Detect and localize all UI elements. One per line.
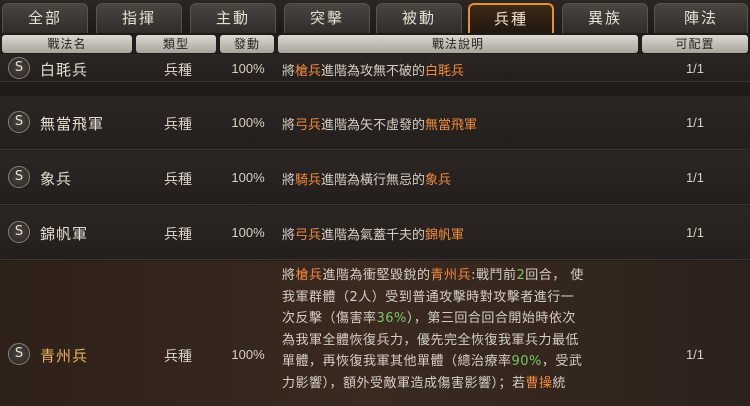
tactic-desc: 將槍兵進階為衝堅毀銳的青州兵:戰鬥前2回合， 使 我軍群體（2人）受到普通攻擊時… — [282, 268, 584, 391]
tactic-name: 無當飛軍 — [40, 115, 105, 133]
tab-foreign[interactable]: 異族 — [562, 3, 648, 33]
tactic-type: 兵種 — [164, 172, 192, 188]
table-row[interactable]: S 白毦兵 兵種 100% 將槍兵進階為攻無不破的白毦兵 1/1 — [0, 54, 750, 82]
rank-badge: S — [8, 57, 30, 79]
tactic-level: 1/1 — [685, 347, 705, 362]
tactic-name: 象兵 — [40, 170, 73, 188]
tactic-type: 兵種 — [164, 117, 192, 133]
tab-troop[interactable]: 兵種 — [468, 3, 554, 33]
header-rate[interactable]: 發動 — [220, 35, 274, 53]
tactic-rate: 100% — [231, 225, 265, 240]
table-row-selected[interactable]: S 青州兵 兵種 100% 將槍兵進階為衝堅毀銳的青州兵:戰鬥前2回合， 使 我… — [0, 261, 750, 406]
rank-badge: S — [8, 343, 30, 365]
tactic-type: 兵種 — [164, 349, 192, 365]
tactic-rate: 100% — [231, 170, 265, 185]
tab-bar: 全部 指揮 主動 突擊 被動 兵種 異族 陣法 — [0, 0, 750, 34]
tactic-level: 1/1 — [685, 225, 705, 240]
tactic-desc: 將弓兵進階為氣蓋千夫的錦帆軍 — [282, 228, 465, 243]
tactic-level: 1/1 — [685, 115, 705, 130]
table-header: 戰法名 類型 發動 戰法說明 可配置 — [0, 34, 750, 54]
tab-all[interactable]: 全部 — [2, 3, 88, 33]
table-row[interactable]: S 錦帆軍 兵種 100% 將弓兵進階為氣蓋千夫的錦帆軍 1/1 — [0, 206, 750, 260]
table-row[interactable]: S 無當飛軍 兵種 100% 將弓兵進階為矢不虛發的無當飛軍 1/1 — [0, 96, 750, 150]
tactic-desc: 將騎兵進階為橫行無忌的象兵 — [282, 173, 452, 188]
tactic-desc: 將槍兵進階為攻無不破的白毦兵 — [282, 64, 465, 79]
tab-command[interactable]: 指揮 — [96, 3, 182, 33]
header-desc: 戰法說明 — [278, 35, 638, 53]
tactic-type: 兵種 — [164, 63, 192, 79]
tactic-desc: 將弓兵進階為矢不虛發的無當飛軍 — [282, 118, 478, 133]
tactic-level: 1/1 — [685, 170, 705, 185]
tactic-name: 青州兵 — [40, 347, 89, 365]
rank-badge: S — [8, 166, 30, 188]
rank-badge: S — [8, 221, 30, 243]
tab-active[interactable]: 主動 — [190, 3, 276, 33]
tactic-type: 兵種 — [164, 227, 192, 243]
tactic-name: 白毦兵 — [40, 61, 89, 79]
tactic-level: 1/1 — [685, 61, 705, 76]
rank-badge: S — [8, 111, 30, 133]
tab-assault[interactable]: 突擊 — [284, 3, 370, 33]
header-name[interactable]: 戰法名 — [2, 35, 132, 53]
tactic-rate: 100% — [231, 61, 265, 76]
tab-formation[interactable]: 陣法 — [654, 3, 748, 33]
tactic-name: 錦帆軍 — [40, 225, 89, 243]
tactic-rate: 100% — [231, 347, 265, 362]
header-type[interactable]: 類型 — [136, 35, 216, 53]
tactic-rate: 100% — [231, 115, 265, 130]
tab-passive[interactable]: 被動 — [376, 3, 462, 33]
header-level[interactable]: 可配置 — [642, 35, 748, 53]
table-row[interactable]: S 象兵 兵種 100% 將騎兵進階為橫行無忌的象兵 1/1 — [0, 151, 750, 205]
